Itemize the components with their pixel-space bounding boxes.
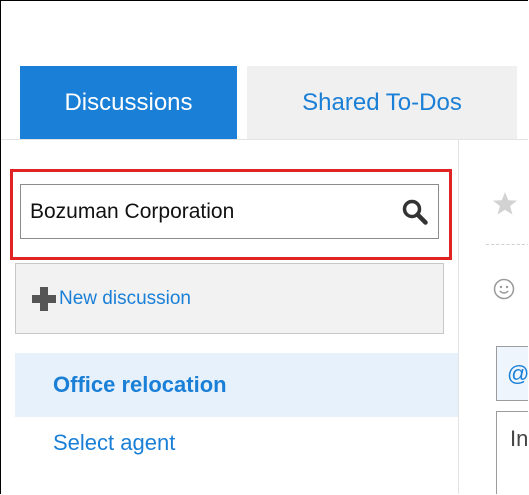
tab-shared-todos[interactable]: Shared To-Dos xyxy=(247,66,517,139)
panel-divider xyxy=(486,244,528,245)
tab-discussions[interactable]: Discussions xyxy=(20,66,237,139)
search-box xyxy=(20,184,439,239)
search-icon[interactable] xyxy=(401,198,429,226)
star-icon[interactable] xyxy=(492,191,518,217)
app-frame: Discussions Shared To-Dos New discussion… xyxy=(0,0,528,494)
mention-label: @ xyxy=(507,360,528,386)
search-input[interactable] xyxy=(21,186,390,237)
comment-input-text: In xyxy=(510,426,528,451)
tab-label: Shared To-Dos xyxy=(302,88,462,116)
discussion-item-label: Office relocation xyxy=(53,372,227,397)
new-discussion-button[interactable]: New discussion xyxy=(15,263,444,334)
comment-input[interactable]: In xyxy=(496,411,528,494)
discussion-item-label: Select agent xyxy=(53,430,176,455)
plus-icon xyxy=(32,286,56,311)
sidebar-divider xyxy=(458,140,459,494)
discussion-item-office-relocation[interactable]: Office relocation xyxy=(15,353,458,417)
smiley-icon[interactable] xyxy=(493,278,515,300)
mention-button[interactable]: @ xyxy=(496,346,528,401)
new-discussion-label: New discussion xyxy=(59,287,191,309)
tab-label: Discussions xyxy=(64,88,193,116)
tab-divider xyxy=(1,139,528,140)
discussion-item-select-agent[interactable]: Select agent xyxy=(15,411,458,475)
